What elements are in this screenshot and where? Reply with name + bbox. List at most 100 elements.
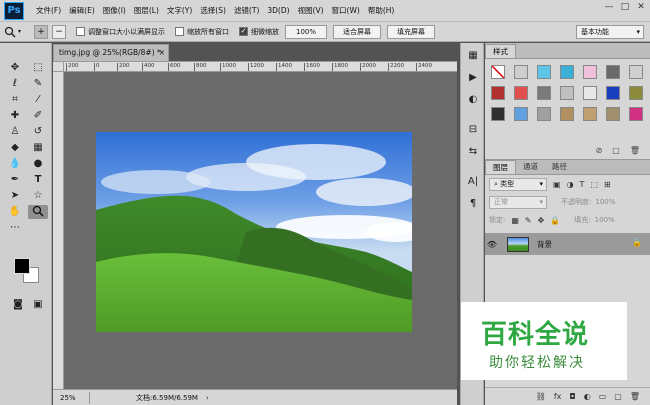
style-swatch[interactable] — [491, 65, 505, 79]
style-swatch[interactable] — [514, 86, 528, 100]
eye-icon[interactable]: 👁 — [485, 240, 499, 249]
delete-style-icon[interactable]: 🗑 — [630, 146, 640, 155]
type-tool-icon[interactable]: T — [28, 173, 48, 187]
tab-channels[interactable]: 通道 — [516, 160, 545, 174]
menu-edit[interactable]: 编辑(E) — [65, 5, 99, 16]
zoom-in-button[interactable]: + — [34, 24, 48, 39]
quick-select-tool-icon[interactable]: ✎ — [28, 77, 48, 91]
blur-tool-icon[interactable]: 💧 — [5, 157, 25, 171]
style-swatch[interactable] — [629, 86, 643, 100]
style-swatch[interactable] — [537, 107, 551, 121]
paragraph-panel-icon[interactable]: ¶ — [462, 195, 484, 213]
menu-file[interactable]: 文件(F) — [32, 5, 65, 16]
blend-mode-select[interactable]: 正常 ▾ — [489, 195, 547, 209]
history-brush-tool-icon[interactable]: ↺ — [28, 125, 48, 139]
layer-mask-icon[interactable]: ◘ — [569, 392, 575, 401]
delete-layer-icon[interactable]: 🗑 — [630, 392, 640, 401]
zoom-level-field[interactable]: 25% — [56, 391, 90, 404]
menu-type[interactable]: 文字(Y) — [163, 5, 196, 16]
zoom-out-button[interactable]: − — [52, 24, 66, 39]
workspace-select[interactable]: 基本功能 ▾ — [576, 25, 644, 39]
style-swatch[interactable] — [583, 107, 597, 121]
dodge-tool-icon[interactable]: ● — [28, 157, 48, 171]
scrubby-zoom-checkbox[interactable]: ✓ — [239, 27, 248, 36]
style-swatch[interactable] — [606, 107, 620, 121]
menu-help[interactable]: 帮助(H) — [364, 5, 399, 16]
adjustment-layer-icon[interactable]: ◐ — [584, 392, 591, 401]
tab-layers[interactable]: 图层 — [485, 160, 516, 174]
layer-row[interactable]: 👁 背景 🔒 — [485, 233, 650, 255]
gradient-tool-icon[interactable]: ▦ — [28, 141, 48, 155]
lock-all-icon[interactable]: 🔒 — [550, 216, 560, 225]
style-swatch[interactable] — [606, 86, 620, 100]
status-menu-arrow[interactable]: › — [206, 394, 209, 402]
actions-panel-icon[interactable]: ▶ — [462, 69, 484, 87]
clone-stamp-tool-icon[interactable]: ♙ — [5, 125, 25, 139]
filter-adjustment-icon[interactable]: ◑ — [567, 180, 574, 189]
eyedropper-tool-icon[interactable]: ⁄ — [28, 93, 48, 107]
resize-windows-checkbox[interactable] — [76, 27, 85, 36]
style-swatch[interactable] — [491, 86, 505, 100]
menu-3d[interactable]: 3D(D) — [263, 6, 293, 15]
foreground-color-swatch[interactable] — [14, 258, 30, 274]
marquee-tool-icon[interactable]: ⬚ — [28, 61, 48, 75]
filter-pixel-icon[interactable]: ▣ — [553, 180, 561, 189]
style-swatch[interactable] — [560, 86, 574, 100]
scrubby-zoom-option[interactable]: ✓ 细微缩放 — [239, 27, 279, 37]
style-swatch[interactable] — [537, 65, 551, 79]
pen-tool-icon[interactable]: ✒ — [5, 173, 25, 187]
vertical-ruler[interactable] — [53, 72, 64, 389]
menu-filter[interactable]: 滤镜(T) — [230, 5, 263, 16]
edit-toolbar-icon[interactable]: ⋯ — [5, 221, 25, 235]
color-swatches[interactable] — [14, 258, 44, 288]
resize-windows-option[interactable]: 调整窗口大小以满屏显示 — [76, 27, 165, 37]
menu-image[interactable]: 图像(I) — [99, 5, 130, 16]
shape-tool-icon[interactable]: ☆ — [28, 189, 48, 203]
style-swatch[interactable] — [560, 65, 574, 79]
style-swatch[interactable] — [606, 65, 620, 79]
layer-filter-select[interactable]: ⌕ 类型 ▾ — [489, 177, 547, 191]
document-image[interactable] — [96, 132, 412, 332]
filter-shape-icon[interactable]: ⬚ — [590, 180, 598, 189]
tool-preset-picker[interactable]: ▾ — [4, 24, 30, 40]
style-swatch[interactable] — [629, 107, 643, 121]
screen-mode-icon[interactable]: ▣ — [28, 298, 48, 312]
restore-button[interactable]: □ — [618, 2, 632, 14]
new-style-icon[interactable]: ▢ — [612, 146, 620, 155]
tab-styles[interactable]: 样式 — [485, 44, 516, 58]
close-button[interactable]: ✕ — [634, 2, 648, 14]
style-swatch[interactable] — [560, 107, 574, 121]
menu-view[interactable]: 视图(V) — [294, 5, 328, 16]
character-panel-icon[interactable]: A| — [462, 173, 484, 191]
new-layer-icon[interactable]: ▢ — [614, 392, 622, 401]
style-swatch[interactable] — [491, 107, 505, 121]
hand-tool-icon[interactable]: ✋ — [5, 205, 25, 219]
zoom-all-checkbox[interactable] — [175, 27, 184, 36]
lasso-tool-icon[interactable]: ℓ — [5, 77, 25, 91]
minimize-button[interactable]: — — [602, 2, 616, 14]
adjustments-panel-icon[interactable]: ⇆ — [462, 143, 484, 161]
lock-position-icon[interactable]: ✥ — [538, 216, 545, 225]
close-document-icon[interactable]: × — [159, 45, 165, 61]
move-tool-icon[interactable]: ✥ — [5, 61, 25, 75]
style-swatch[interactable] — [537, 86, 551, 100]
filter-smart-icon[interactable]: ⊞ — [604, 180, 611, 189]
zoom-all-option[interactable]: 缩放所有窗口 — [175, 27, 229, 37]
fit-screen-button[interactable]: 适合屏幕 — [333, 24, 381, 39]
menu-layer[interactable]: 图层(L) — [130, 5, 163, 16]
zoom-tool-icon[interactable] — [28, 205, 48, 219]
style-swatch[interactable] — [583, 65, 597, 79]
lock-pixels-icon[interactable]: ✎ — [525, 216, 532, 225]
clear-style-icon[interactable]: ⊘ — [596, 146, 603, 155]
canvas-area[interactable] — [64, 72, 457, 389]
style-swatch[interactable] — [514, 65, 528, 79]
crop-tool-icon[interactable]: ⌗ — [5, 93, 25, 107]
history-panel-icon[interactable]: ▦ — [462, 47, 484, 65]
opacity-value[interactable]: 100% — [595, 198, 615, 206]
menu-select[interactable]: 选择(S) — [196, 5, 230, 16]
link-layers-icon[interactable]: ⛓ — [536, 392, 546, 401]
properties-panel-icon[interactable]: ⊟ — [462, 121, 484, 139]
brush-tool-icon[interactable]: ✐ — [28, 109, 48, 123]
horizontal-ruler[interactable]: 200 0 200 400 600 800 1000 1200 1400 160… — [64, 62, 457, 72]
style-swatch[interactable] — [629, 65, 643, 79]
